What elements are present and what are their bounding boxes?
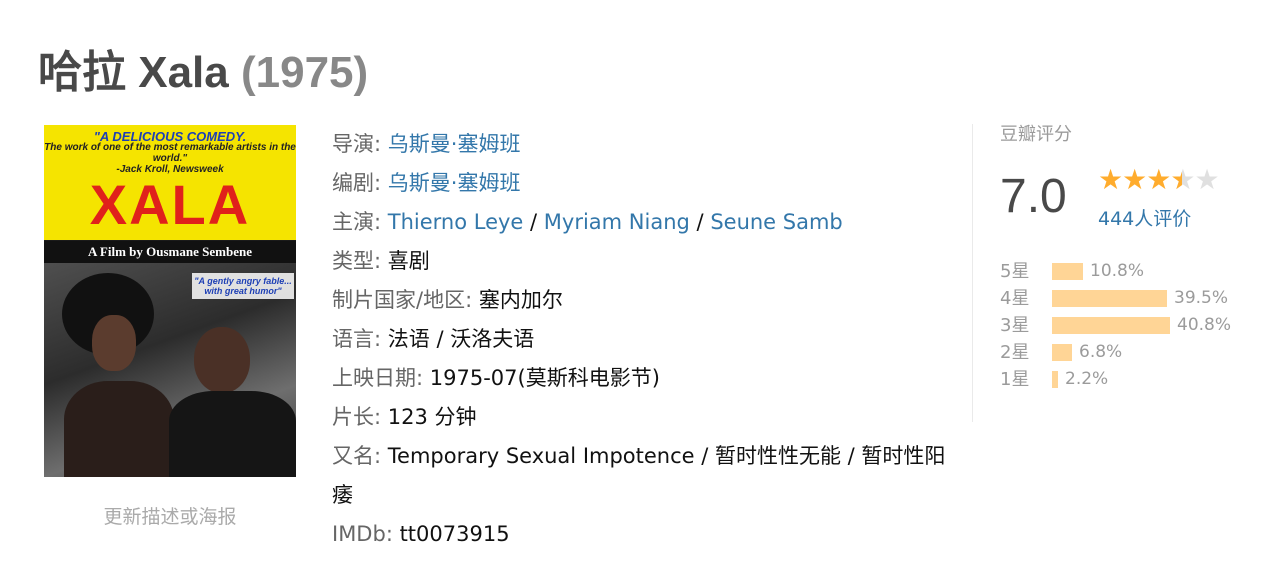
poster-tagline: "A DELICIOUS COMEDY. The work of one of … <box>44 129 296 175</box>
info-release: 上映日期: 1975-07(莫斯科电影节) <box>332 366 660 390</box>
bar-label: 4星 <box>1000 288 1030 309</box>
rating-breakdown: 5星 10.8% 4星 39.5% 3星 40.8% 2星 6.8% 1星 2.… <box>1000 258 1260 393</box>
info-writer: 编剧: 乌斯曼·塞姆班 <box>332 171 521 195</box>
rating-bar-row: 3星 40.8% <box>1000 312 1260 339</box>
poster-header: "A DELICIOUS COMEDY. The work of one of … <box>44 125 296 240</box>
empty-star-icon: ★ <box>1194 163 1219 196</box>
edit-poster-link[interactable]: 更新描述或海报 <box>44 502 296 529</box>
info-cast: 主演: Thierno Leye / Myriam Niang / Seune … <box>332 210 843 234</box>
poster-figure-man-body <box>169 391 296 477</box>
star-icon: ★ <box>1146 163 1171 196</box>
info-runtime: 片长: 123 分钟 <box>332 405 477 429</box>
info-imdb: IMDb: tt0073915 <box>332 522 510 546</box>
director-link[interactable]: 乌斯曼·塞姆班 <box>388 132 521 156</box>
poster-tagline-sub: The work of one of the most remarkable a… <box>44 142 296 164</box>
rating-bar <box>1052 290 1167 307</box>
star-icon: ★ <box>1122 163 1147 196</box>
poster-band: A Film by Ousmane Sembene <box>44 241 296 263</box>
info-label: 类型 <box>332 249 374 273</box>
rating-bar <box>1052 371 1058 388</box>
cast-separator: / <box>689 210 711 234</box>
movie-title: 哈拉 Xala <box>38 48 229 97</box>
rating-bar-row: 4星 39.5% <box>1000 285 1260 312</box>
page-title: 哈拉 Xala (1975) <box>38 36 368 100</box>
cast-link[interactable]: Myriam Niang <box>544 210 690 234</box>
movie-year: (1975) <box>240 48 369 97</box>
info-label: 上映日期 <box>332 366 416 390</box>
rating-bar-row: 2星 6.8% <box>1000 339 1260 366</box>
movie-info: 导演: 乌斯曼·塞姆班 编剧: 乌斯曼·塞姆班 主演: Thierno Leye… <box>332 125 952 554</box>
rating-bar <box>1052 317 1170 334</box>
movie-poster[interactable]: "A DELICIOUS COMEDY. The work of one of … <box>44 125 296 477</box>
country-value: 塞内加尔 <box>478 288 563 312</box>
bar-label: 3星 <box>1000 315 1030 336</box>
rating-score: 7.0 <box>1000 170 1067 223</box>
aka-value: Temporary Sexual Impotence / 暂时性性无能 / 暂时… <box>332 444 946 507</box>
runtime-value: 123 分钟 <box>387 405 477 429</box>
rating-bar-row: 1星 2.2% <box>1000 366 1260 393</box>
info-label: 又名 <box>332 444 374 468</box>
info-label: 制片国家/地区 <box>332 288 466 312</box>
cast-link[interactable]: Thierno Leye <box>388 210 524 234</box>
poster-logo: XALA <box>89 173 251 236</box>
info-aka: 又名: Temporary Sexual Impotence / 暂时性性无能 … <box>332 444 946 507</box>
imdb-value: tt0073915 <box>399 522 510 546</box>
writer-link[interactable]: 乌斯曼·塞姆班 <box>388 171 521 195</box>
info-label: 导演 <box>332 132 374 156</box>
poster-figure-man-face <box>194 327 250 393</box>
rating-bar-row: 5星 10.8% <box>1000 258 1260 285</box>
rating-bar <box>1052 263 1083 280</box>
info-label: 主演 <box>332 210 374 234</box>
bar-label: 5星 <box>1000 261 1030 282</box>
bar-label: 2星 <box>1000 342 1030 363</box>
rating-bar <box>1052 344 1072 361</box>
votes-link[interactable]: 444人评价 <box>1098 204 1191 231</box>
poster-figure-woman-face <box>92 315 136 371</box>
poster-photo: "A gently angry fable... with great humo… <box>44 263 296 477</box>
section-divider <box>972 124 973 422</box>
poster-quote: "A gently angry fable... with great humo… <box>192 273 294 299</box>
genre-value: 喜剧 <box>387 249 430 273</box>
bar-percent: 10.8% <box>1090 261 1145 281</box>
info-label: 编剧 <box>332 171 374 195</box>
poster-tagline-main: "A DELICIOUS COMEDY. <box>93 129 247 144</box>
info-label: 片长 <box>332 405 374 429</box>
bar-percent: 2.2% <box>1065 369 1109 389</box>
info-language: 语言: 法语 / 沃洛夫语 <box>332 327 535 351</box>
info-genre: 类型: 喜剧 <box>332 249 430 273</box>
rating-panel: 豆瓣评分 7.0 ★★★★★ 444人评价 5星 10.8% 4星 39.5% … <box>1000 120 1260 390</box>
cast-separator: / <box>523 210 544 234</box>
info-label: IMDb <box>332 522 386 546</box>
language-value: 法语 / 沃洛夫语 <box>387 327 535 351</box>
poster-figure-woman-body <box>64 381 174 477</box>
half-star-icon: ★ <box>1170 164 1195 197</box>
info-country: 制片国家/地区: 塞内加尔 <box>332 288 563 312</box>
bar-label: 1星 <box>1000 369 1030 390</box>
star-icon: ★ <box>1098 163 1123 196</box>
bar-percent: 6.8% <box>1079 342 1123 362</box>
rating-stars: ★★★★ ★ <box>1098 163 1220 197</box>
bar-percent: 39.5% <box>1174 288 1229 308</box>
cast-link[interactable]: Seune Samb <box>710 210 842 234</box>
info-label: 语言 <box>332 327 374 351</box>
rating-label: 豆瓣评分 <box>1000 124 1072 145</box>
bar-percent: 40.8% <box>1177 315 1232 335</box>
release-value: 1975-07(莫斯科电影节) <box>429 366 660 390</box>
info-director: 导演: 乌斯曼·塞姆班 <box>332 132 521 156</box>
